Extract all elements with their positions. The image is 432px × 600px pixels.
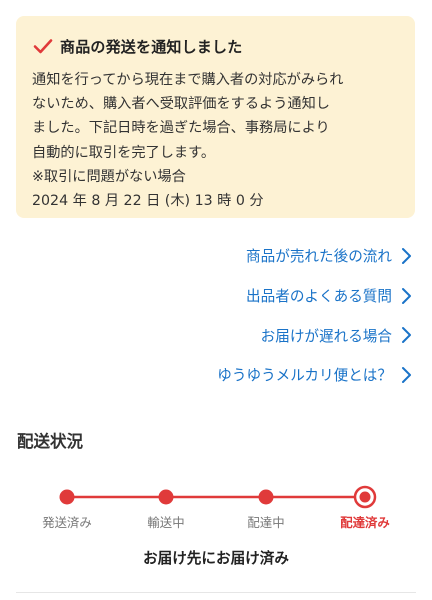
notice-title: 商品の発送を通知しました [60,37,243,56]
shipping-progress-tracker: 発送済み 輸送中 配達中 配達済み [0,480,432,540]
step-dot [59,489,75,505]
step-dot [158,489,174,505]
link-label: お届けが遅れる場合 [260,327,392,345]
shipping-notice-card: 商品の発送を通知しました 通知を行ってから現在まで購入者の対応がみられ ないため… [16,16,415,218]
divider [16,592,416,593]
link-label: ゆうゆうメルカリ便とは？ [217,367,392,385]
link-delivery-delay[interactable]: お届けが遅れる場合 [217,315,412,355]
chevron-right-icon [402,287,411,304]
notice-line: ないため、購入者へ受取評価をするよう通知し [32,96,330,113]
link-label: 商品が売れた後の流れ [246,248,392,266]
notice-deadline: 2024 年 8 月 22 日 (木) 13 時 0 分 [32,193,264,210]
step-dot-current-inner [359,491,371,503]
link-yuyu-mercari-bin[interactable]: ゆうゆうメルカリ便とは？ [217,355,412,395]
link-seller-faq[interactable]: 出品者のよくある質問 [217,276,412,316]
chevron-right-icon [402,366,411,383]
link-label: 出品者のよくある質問 [246,288,392,306]
notice-body: 通知を行ってから現在まで購入者の対応がみられ ないため、購入者へ受取評価をするよ… [32,68,401,213]
step-dot [258,489,274,505]
chevron-right-icon [402,327,411,344]
notice-condition: ※取引に問題がない場合 [32,168,186,185]
step-label-delivered: 配達済み [340,515,390,530]
step-label-out-for-delivery: 配達中 [247,515,285,530]
chevron-right-icon [402,247,411,264]
notice-header: 商品の発送を通知しました [32,34,401,58]
check-icon [33,39,53,54]
notice-line: 通知を行ってから現在まで購入者の対応がみられ [32,72,344,88]
notice-line: 自動的に取引を完了します。 [32,144,216,161]
help-links: 商品が売れた後の流れ 出品者のよくある質問 お届けが遅れる場合 ゆうゆうメルカリ… [217,236,412,395]
delivery-status-message: お届け先にお届け済み [143,550,289,567]
notice-line: ました。下記日時を過ぎた場合、事務局により [32,120,330,137]
step-label-shipped: 発送済み [42,515,92,530]
shipping-status-title: 配送状況 [17,432,83,451]
step-label-in-transit: 輸送中 [147,515,185,530]
progress-line-graphic [59,485,377,509]
link-flow-after-sale[interactable]: 商品が売れた後の流れ [217,236,412,276]
